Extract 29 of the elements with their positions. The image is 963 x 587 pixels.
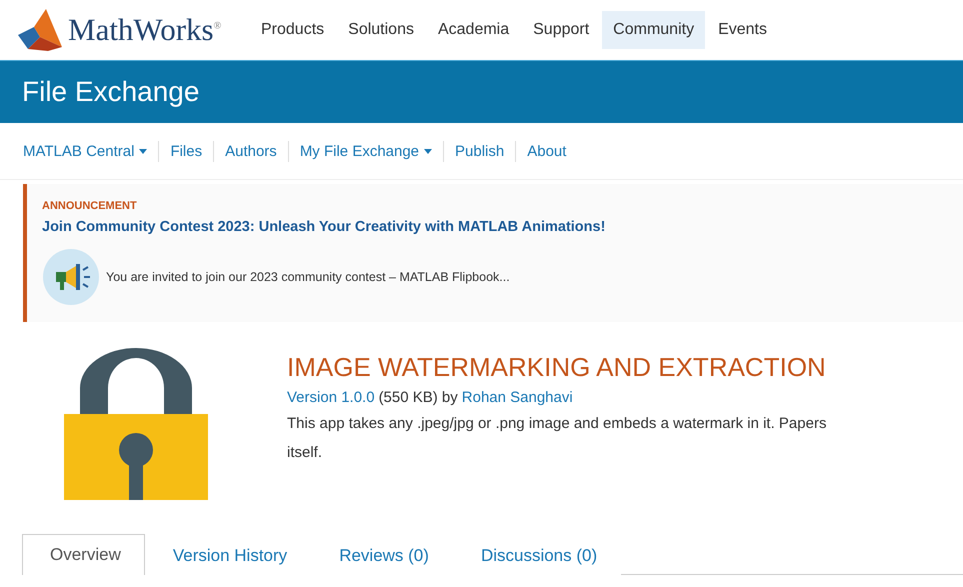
author-link[interactable]: Rohan Sanghavi <box>462 389 573 406</box>
announcement-label: ANNOUNCEMENT <box>42 200 137 212</box>
version-link[interactable]: Version 1.0.0 <box>287 389 375 406</box>
nav-link[interactable]: Support <box>522 11 600 49</box>
announcement-text: You are invited to join our 2023 community contest – MATLAB Flipbook... <box>106 270 510 284</box>
description-text: This app takes any .jpeg/jpg or .png image and embeds a watermark in it. Papers <box>287 414 826 434</box>
nav-link[interactable]: Events <box>707 11 778 49</box>
file-size: (550 KB) by <box>378 389 458 406</box>
description-text: itself. <box>287 443 324 463</box>
file-title: IMAGE WATERMARKING AND EXTRACTION <box>287 352 826 383</box>
padlock-icon <box>62 348 210 500</box>
logo-text[interactable]: MathWorks$^{®}$ <box>68 12 222 48</box>
subnav-link[interactable]: MATLAB Central <box>12 140 160 162</box>
nav-link[interactable]: Academia <box>426 11 520 49</box>
megaphone-icon <box>42 248 100 306</box>
subnav-link[interactable]: Files <box>159 140 214 162</box>
caret-icon <box>424 148 432 154</box>
nav-link[interactable]: Solutions <box>337 11 425 49</box>
tab[interactable]: Overview <box>22 534 145 575</box>
subnav-link[interactable]: About <box>516 140 578 162</box>
subnav-link[interactable]: Authors <box>214 140 289 162</box>
subnav-link[interactable]: Publish <box>444 140 516 162</box>
logo-icon <box>18 7 62 53</box>
announcement-link[interactable]: Join Community Contest 2023: Unleash Your Creativity with MATLAB Animations! <box>42 219 606 235</box>
nav-link[interactable]: Products <box>250 11 336 49</box>
nav-link[interactable]: Community <box>602 11 706 49</box>
banner-title: File Exchange <box>22 76 200 108</box>
subnav-link[interactable]: My File Exchange <box>288 140 444 162</box>
caret-icon <box>139 148 148 154</box>
